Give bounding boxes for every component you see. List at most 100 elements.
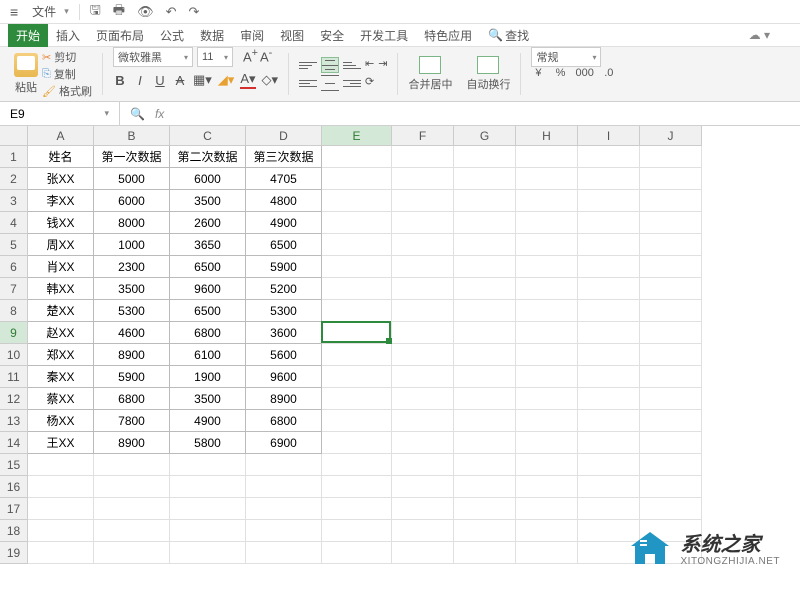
tab-page-layout[interactable]: 页面布局	[88, 24, 152, 47]
col-header-G[interactable]: G	[454, 126, 516, 146]
cell-D2[interactable]: 4705	[246, 168, 322, 190]
cell-C3[interactable]: 3500	[170, 190, 246, 212]
tab-view[interactable]: 视图	[272, 24, 312, 47]
cell-I9[interactable]	[578, 322, 640, 344]
cell-F12[interactable]	[392, 388, 454, 410]
cell-I11[interactable]	[578, 366, 640, 388]
cell-I4[interactable]	[578, 212, 640, 234]
cell-J7[interactable]	[640, 278, 702, 300]
cell-G16[interactable]	[454, 476, 516, 498]
cell-B19[interactable]	[94, 542, 170, 564]
cell-D13[interactable]: 6800	[246, 410, 322, 432]
tab-insert[interactable]: 插入	[48, 24, 88, 47]
cell-C7[interactable]: 9600	[170, 278, 246, 300]
tab-review[interactable]: 审阅	[232, 24, 272, 47]
col-header-E[interactable]: E	[322, 126, 392, 146]
cell-H7[interactable]	[516, 278, 578, 300]
cell-A7[interactable]: 韩XX	[28, 278, 94, 300]
cell-D11[interactable]: 9600	[246, 366, 322, 388]
cell-I16[interactable]	[578, 476, 640, 498]
font-name-combo[interactable]: 微软雅黑▾	[113, 47, 193, 67]
cell-G15[interactable]	[454, 454, 516, 476]
col-header-F[interactable]: F	[392, 126, 454, 146]
col-header-B[interactable]: B	[94, 126, 170, 146]
cell-A2[interactable]: 张XX	[28, 168, 94, 190]
cell-J8[interactable]	[640, 300, 702, 322]
cell-B6[interactable]: 2300	[94, 256, 170, 278]
cell-E2[interactable]	[322, 168, 392, 190]
cell-H12[interactable]	[516, 388, 578, 410]
wrap-text-button[interactable]: 自动换行	[466, 56, 510, 92]
col-header-A[interactable]: A	[28, 126, 94, 146]
cell-E7[interactable]	[322, 278, 392, 300]
cell-H11[interactable]	[516, 366, 578, 388]
cell-I14[interactable]	[578, 432, 640, 454]
cell-G1[interactable]	[454, 146, 516, 168]
tab-formulas[interactable]: 公式	[152, 24, 192, 47]
cell-J14[interactable]	[640, 432, 702, 454]
file-menu[interactable]: 文件	[24, 3, 64, 20]
percent-button[interactable]: %	[553, 67, 567, 79]
cell-J9[interactable]	[640, 322, 702, 344]
cell-A18[interactable]	[28, 520, 94, 542]
cell-E19[interactable]	[322, 542, 392, 564]
cell-A3[interactable]: 李XX	[28, 190, 94, 212]
cell-H16[interactable]	[516, 476, 578, 498]
cloud-sync-icon[interactable]: ☁ ▾	[749, 28, 770, 42]
align-center-button[interactable]	[321, 75, 339, 91]
row-header-11[interactable]: 11	[0, 366, 28, 388]
cell-J17[interactable]	[640, 498, 702, 520]
cell-G9[interactable]	[454, 322, 516, 344]
cell-D15[interactable]	[246, 454, 322, 476]
cell-A8[interactable]: 楚XX	[28, 300, 94, 322]
font-size-combo[interactable]: 11▾	[197, 47, 233, 67]
cell-C2[interactable]: 6000	[170, 168, 246, 190]
cell-E13[interactable]	[322, 410, 392, 432]
indent-decrease-button[interactable]: ⇤	[365, 57, 374, 73]
cell-C4[interactable]: 2600	[170, 212, 246, 234]
cell-E8[interactable]	[322, 300, 392, 322]
cell-G8[interactable]	[454, 300, 516, 322]
cell-G11[interactable]	[454, 366, 516, 388]
row-header-16[interactable]: 16	[0, 476, 28, 498]
cell-H8[interactable]	[516, 300, 578, 322]
row-header-9[interactable]: 9	[0, 322, 28, 344]
row-header-7[interactable]: 7	[0, 278, 28, 300]
cell-J5[interactable]	[640, 234, 702, 256]
cell-F18[interactable]	[392, 520, 454, 542]
align-right-button[interactable]	[343, 75, 361, 91]
cell-H9[interactable]	[516, 322, 578, 344]
cell-D5[interactable]: 6500	[246, 234, 322, 256]
row-header-15[interactable]: 15	[0, 454, 28, 476]
cell-H2[interactable]	[516, 168, 578, 190]
search-box[interactable]: 🔍 查找	[488, 27, 529, 44]
cell-B1[interactable]: 第一次数据	[94, 146, 170, 168]
cell-B5[interactable]: 1000	[94, 234, 170, 256]
cell-B18[interactable]	[94, 520, 170, 542]
cell-E6[interactable]	[322, 256, 392, 278]
row-header-18[interactable]: 18	[0, 520, 28, 542]
cell-D18[interactable]	[246, 520, 322, 542]
cell-C17[interactable]	[170, 498, 246, 520]
decrease-decimal-button[interactable]: .0	[602, 67, 616, 79]
cell-F1[interactable]	[392, 146, 454, 168]
cell-E16[interactable]	[322, 476, 392, 498]
preview-icon[interactable]: 👁	[131, 4, 160, 20]
print-icon[interactable]: 🖶	[107, 1, 131, 23]
cell-C10[interactable]: 6100	[170, 344, 246, 366]
cell-H4[interactable]	[516, 212, 578, 234]
cell-D4[interactable]: 4900	[246, 212, 322, 234]
cell-C16[interactable]	[170, 476, 246, 498]
cell-C1[interactable]: 第二次数据	[170, 146, 246, 168]
col-header-C[interactable]: C	[170, 126, 246, 146]
tab-data[interactable]: 数据	[192, 24, 232, 47]
cell-H19[interactable]	[516, 542, 578, 564]
fx-icon[interactable]: fx	[155, 107, 164, 121]
tab-security[interactable]: 安全	[312, 24, 352, 47]
cell-G3[interactable]	[454, 190, 516, 212]
cell-G14[interactable]	[454, 432, 516, 454]
cell-E17[interactable]	[322, 498, 392, 520]
align-top-button[interactable]	[299, 57, 317, 73]
cell-C8[interactable]: 6500	[170, 300, 246, 322]
cell-E9[interactable]	[322, 322, 392, 344]
